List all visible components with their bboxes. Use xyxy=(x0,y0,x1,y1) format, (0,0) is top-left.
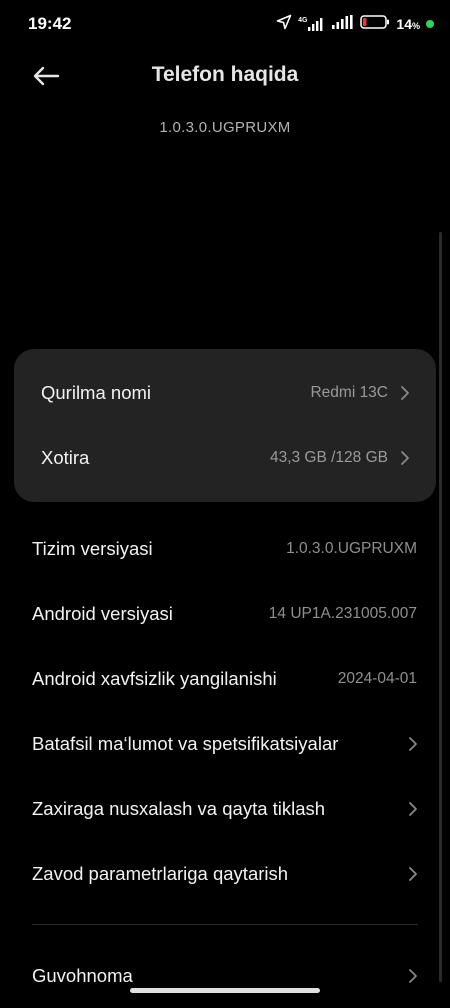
chevron-right-icon xyxy=(400,385,410,406)
battery-icon xyxy=(360,14,390,34)
device-name-row[interactable]: Qurilma nomi Redmi 13C xyxy=(14,361,436,425)
certification-row[interactable]: Guvohnoma xyxy=(0,944,450,1008)
android-version-value: 14 UP1A.231005.007 xyxy=(268,605,417,622)
storage-label: Xotira xyxy=(41,447,90,468)
chevron-right-icon xyxy=(408,736,418,757)
chevron-right-icon xyxy=(408,801,418,822)
device-card: Qurilma nomi Redmi 13C Xotira 43,3 GB /1… xyxy=(14,349,436,502)
status-bar: 19:42 4G 14% xyxy=(0,0,450,48)
factory-reset-row[interactable]: Zavod parametrlariga qaytarish xyxy=(0,842,450,906)
factory-reset-label: Zavod parametrlariga qaytarish xyxy=(32,863,289,884)
header: Telefon haqida xyxy=(0,50,450,106)
device-name-label: Qurilma nomi xyxy=(41,382,151,403)
specifications-label: Batafsil ma‘lumot va spetsifikatsiyalar xyxy=(32,733,339,754)
specifications-row[interactable]: Batafsil ma‘lumot va spetsifikatsiyalar xyxy=(0,712,450,776)
android-version-row[interactable]: Android versiyasi 14 UP1A.231005.007 xyxy=(0,582,450,646)
network-type: 4G xyxy=(298,17,308,24)
security-update-value: 2024-04-01 xyxy=(337,670,417,687)
charging-dot xyxy=(426,20,434,28)
system-version-value: 1.0.3.0.UGPRUXM xyxy=(286,540,417,557)
battery-percent: 14% xyxy=(396,16,420,32)
device-name-value: Redmi 13C xyxy=(310,384,388,401)
chevron-right-icon xyxy=(400,450,410,471)
security-update-label: Android xavfsizlik yangilanishi xyxy=(32,668,277,689)
storage-row[interactable]: Xotira 43,3 GB /128 GB xyxy=(14,426,436,490)
status-time: 19:42 xyxy=(28,14,72,33)
backup-restore-label: Zaxiraga nusxalash va qayta tiklash xyxy=(32,798,326,819)
signal-icon xyxy=(332,14,354,34)
security-update-row[interactable]: Android xavfsizlik yangilanishi 2024-04-… xyxy=(0,647,450,711)
system-version-label: Tizim versiyasi xyxy=(32,538,153,559)
chevron-right-icon xyxy=(408,968,418,989)
divider xyxy=(32,924,418,925)
status-icons: 4G 14% xyxy=(276,14,434,34)
location-icon xyxy=(276,14,292,35)
page-title: Telefon haqida xyxy=(151,63,299,86)
network-4g-icon: 4G xyxy=(298,17,326,31)
android-version-label: Android versiyasi xyxy=(32,603,173,624)
backup-restore-row[interactable]: Zaxiraga nusxalash va qayta tiklash xyxy=(0,777,450,841)
certification-label: Guvohnoma xyxy=(32,965,133,986)
system-version-row[interactable]: Tizim versiyasi 1.0.3.0.UGPRUXM xyxy=(0,517,450,581)
chevron-right-icon xyxy=(408,866,418,887)
home-indicator[interactable] xyxy=(130,988,320,993)
storage-value: 43,3 GB /128 GB xyxy=(269,449,388,466)
miui-version-label: 1.0.3.0.UGPRUXM xyxy=(159,119,291,136)
